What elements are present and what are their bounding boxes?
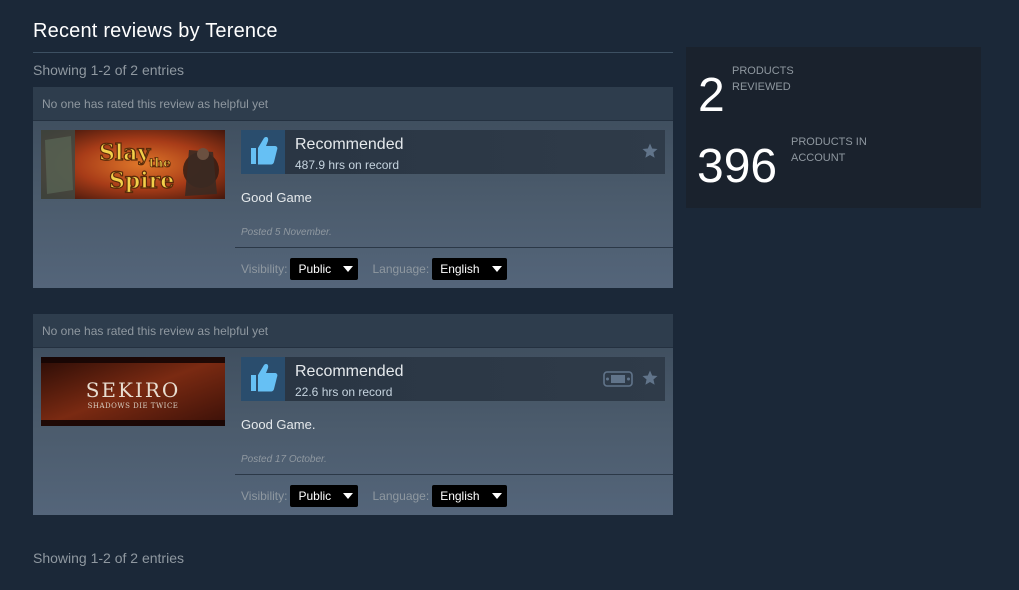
review-details: Recommended 22.6 hrs on record Good Game… bbox=[241, 357, 665, 465]
review-card: No one has rated this review as helpful … bbox=[33, 314, 673, 515]
language-value: English bbox=[440, 262, 480, 276]
game-capsule-sekiro[interactable]: SEKIRO SHADOWS DIE TWICE bbox=[41, 357, 225, 426]
visibility-value: Public bbox=[298, 262, 332, 276]
visibility-dropdown[interactable]: Public bbox=[290, 485, 359, 507]
svg-text:Slay: Slay bbox=[99, 140, 152, 166]
products-in-account-count: 396 bbox=[697, 140, 778, 193]
entries-count-top: Showing 1-2 of 2 entries bbox=[33, 62, 184, 78]
svg-text:Spire: Spire bbox=[109, 168, 174, 194]
thumbs-up-icon bbox=[246, 133, 280, 172]
vote-header[interactable]: Recommended 487.9 hrs on record bbox=[241, 130, 665, 174]
thumbs-up-icon bbox=[246, 360, 280, 399]
language-dropdown[interactable]: English bbox=[432, 258, 508, 280]
thumb-box bbox=[241, 357, 285, 401]
chevron-down-icon bbox=[343, 493, 354, 499]
visibility-label: Visibility: bbox=[241, 262, 288, 276]
language-label: Language: bbox=[372, 489, 430, 503]
products-in-account-label: Products in account bbox=[791, 136, 867, 164]
review-controls: Visibility: Public Language: English bbox=[241, 485, 508, 507]
controls-divider bbox=[235, 474, 673, 475]
review-text: Good Game bbox=[241, 190, 312, 205]
review-card: No one has rated this review as helpful … bbox=[33, 87, 673, 288]
helpful-status: No one has rated this review as helpful … bbox=[33, 87, 673, 121]
title-divider bbox=[33, 52, 673, 53]
chevron-down-icon bbox=[491, 266, 502, 272]
hours-on-record: 487.9 hrs on record bbox=[295, 158, 400, 172]
products-reviewed-count: 2 bbox=[698, 69, 725, 122]
visibility-value: Public bbox=[298, 489, 332, 503]
review-text: Good Game. bbox=[241, 417, 316, 432]
entries-count-bottom: Showing 1-2 of 2 entries bbox=[33, 550, 184, 566]
language-dropdown[interactable]: English bbox=[432, 485, 508, 507]
posted-date: Posted 17 October. bbox=[241, 454, 327, 465]
page-title: Recent reviews by Terence bbox=[33, 20, 278, 42]
visibility-label: Visibility: bbox=[241, 489, 288, 503]
controls-divider bbox=[235, 247, 673, 248]
review-details: Recommended 487.9 hrs on record Good Gam… bbox=[241, 130, 665, 238]
products-reviewed-label: Products reviewed bbox=[732, 65, 794, 93]
game-capsule-slay-the-spire[interactable]: Slay the Spire bbox=[41, 130, 225, 199]
thumb-box bbox=[241, 130, 285, 174]
visibility-dropdown[interactable]: Public bbox=[290, 258, 359, 280]
recommendation-title[interactable]: Recommended bbox=[295, 363, 404, 381]
capsule-title: SEKIRO bbox=[86, 378, 181, 402]
posted-date: Posted 5 November. bbox=[241, 227, 332, 238]
review-controls: Visibility: Public Language: English bbox=[241, 258, 508, 280]
language-label: Language: bbox=[372, 262, 430, 276]
star-icon[interactable] bbox=[641, 142, 659, 160]
language-value: English bbox=[440, 489, 480, 503]
chevron-down-icon bbox=[491, 493, 502, 499]
chevron-down-icon bbox=[343, 266, 354, 272]
helpful-status: No one has rated this review as helpful … bbox=[33, 314, 673, 348]
recommendation-title[interactable]: Recommended bbox=[295, 136, 404, 154]
star-icon[interactable] bbox=[641, 369, 659, 387]
hours-on-record: 22.6 hrs on record bbox=[295, 385, 393, 399]
steam-deck-icon bbox=[603, 371, 633, 387]
capsule-subtitle: SHADOWS DIE TWICE bbox=[88, 402, 179, 410]
vote-header[interactable]: Recommended 22.6 hrs on record bbox=[241, 357, 665, 401]
stats-panel: 2 Products reviewed 396 Products in acco… bbox=[686, 47, 981, 208]
